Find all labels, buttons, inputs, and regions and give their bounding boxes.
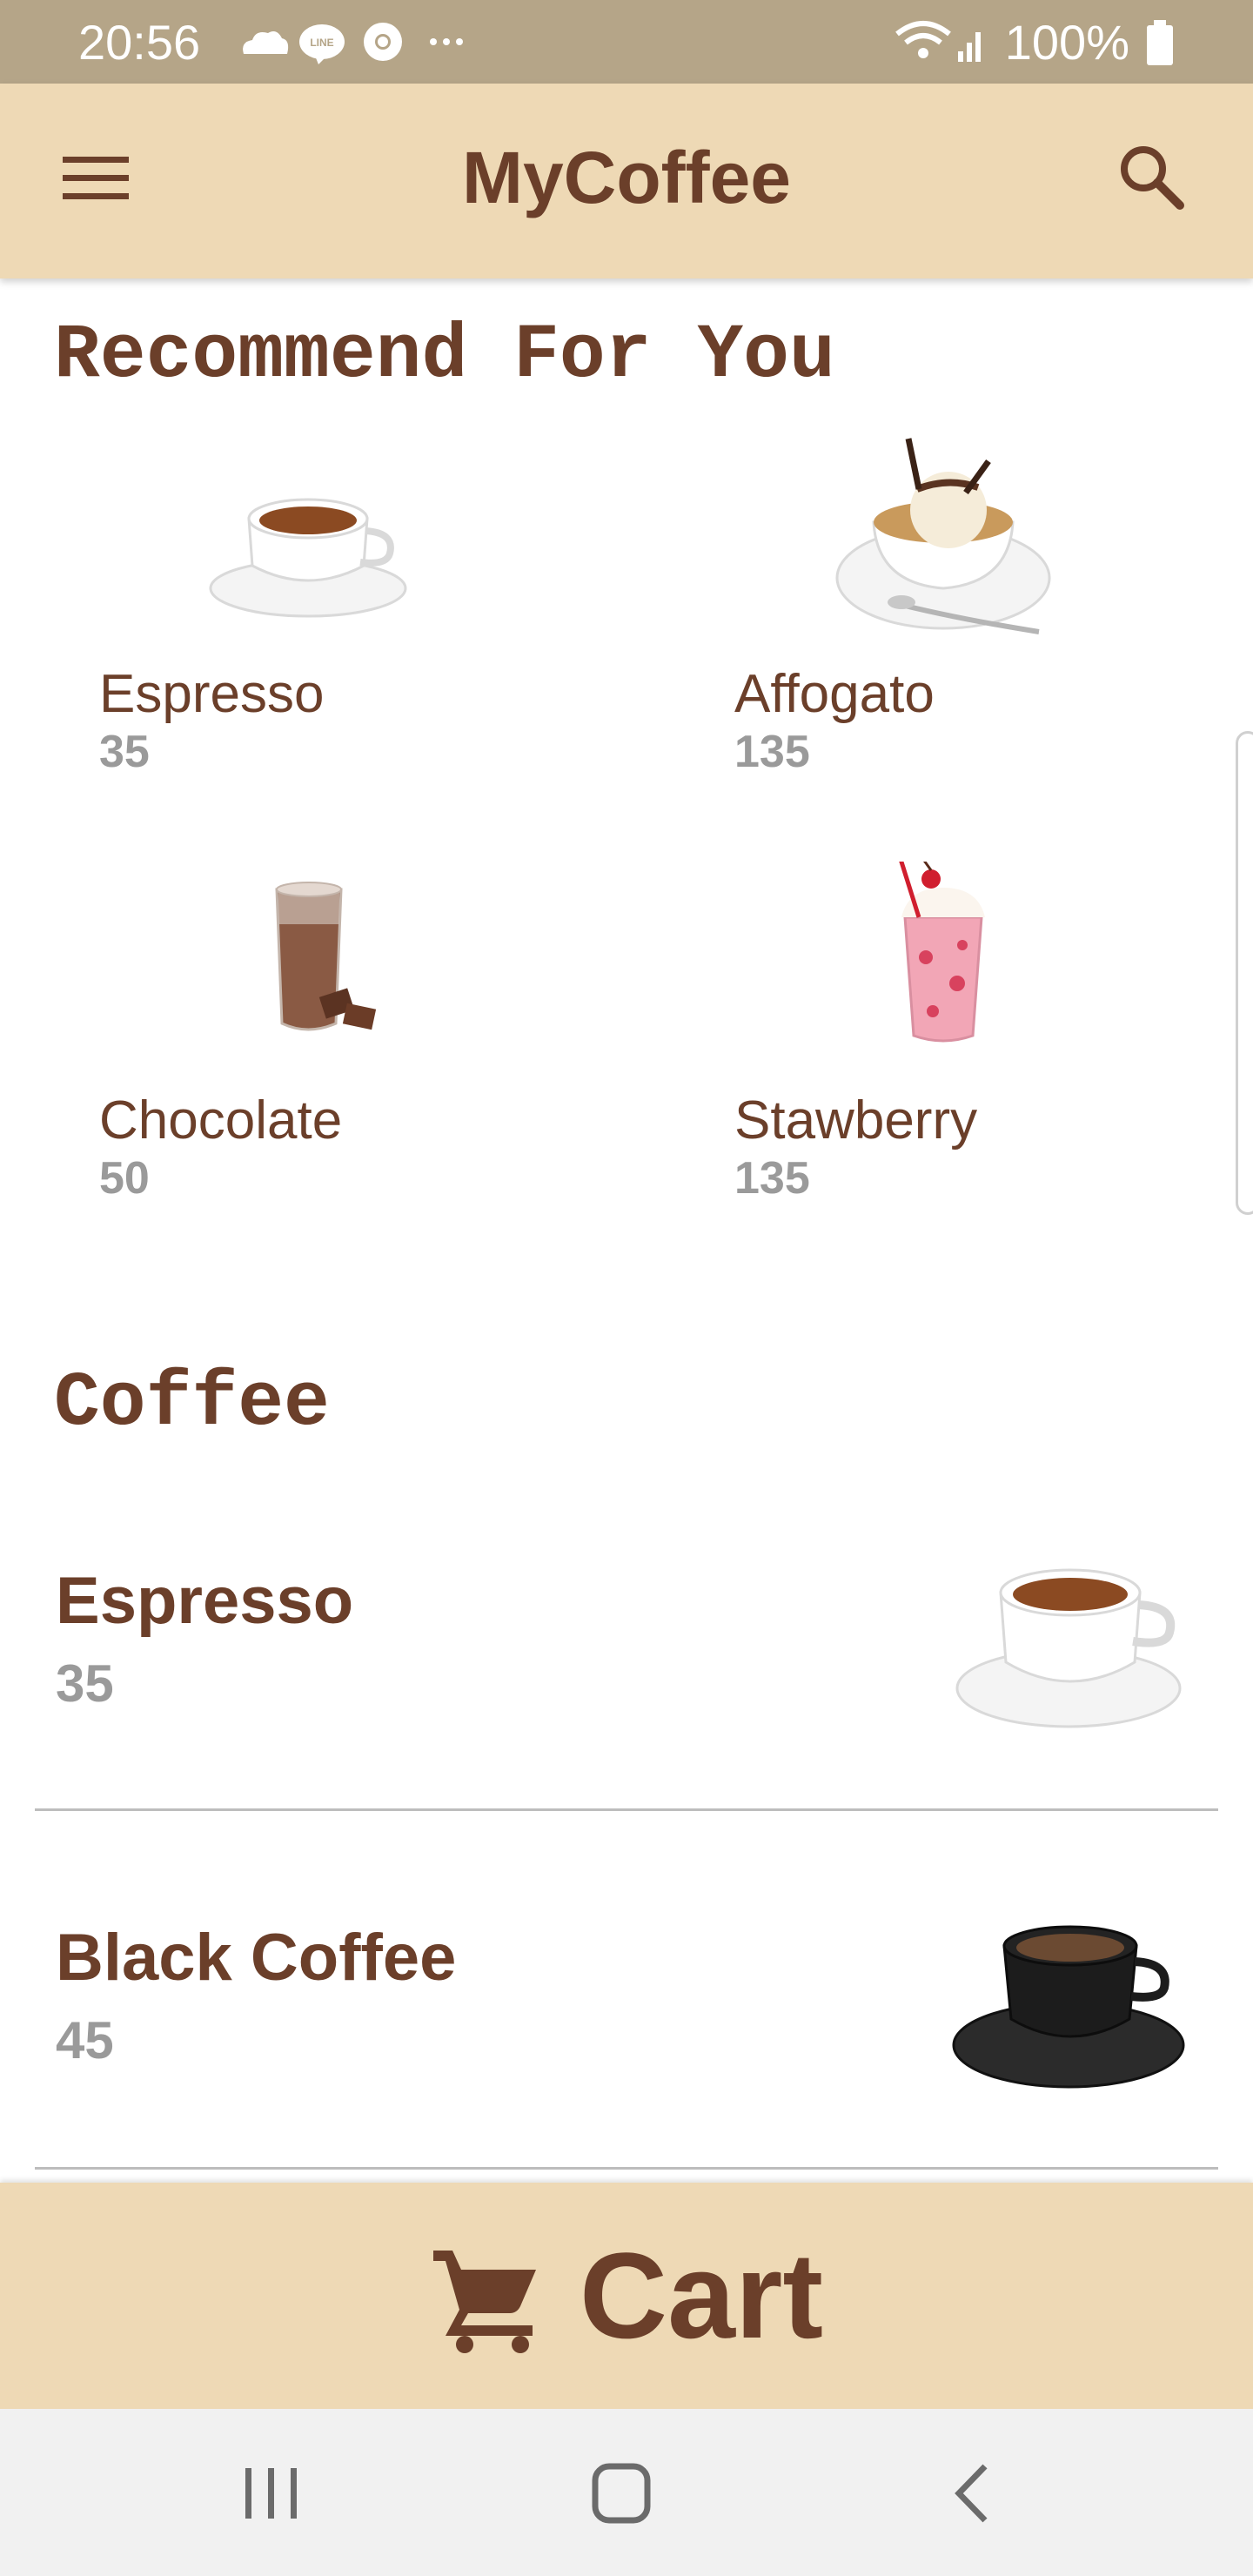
app-bar: MyCoffee xyxy=(0,84,1253,278)
list-item-black-coffee[interactable]: Black Coffee 45 xyxy=(35,1836,1218,2193)
cart-button[interactable]: Cart xyxy=(0,2183,1253,2409)
affogato-image xyxy=(835,438,1051,634)
espresso-image xyxy=(955,1568,1182,1728)
cart-label: Cart xyxy=(579,2227,824,2364)
list-item-price: 35 xyxy=(56,1654,114,1713)
scrollbar-handle[interactable] xyxy=(1236,731,1253,1215)
signal-icon xyxy=(957,31,981,62)
svg-text:LINE: LINE xyxy=(310,37,333,49)
status-left-icons: LINE xyxy=(235,19,487,69)
status-time: 20:56 xyxy=(78,15,201,70)
recommend-item-price: 50 xyxy=(99,1153,150,1204)
chocolate-image xyxy=(275,882,377,1031)
battery-percent: 100% xyxy=(1004,15,1129,70)
system-nav-bar xyxy=(0,2409,1253,2576)
cloud-icon xyxy=(243,31,289,54)
list-item-price: 45 xyxy=(56,2011,114,2070)
back-icon[interactable] xyxy=(929,2454,1016,2532)
recommend-card-espresso[interactable]: Espresso 35 xyxy=(99,435,552,783)
more-icon xyxy=(430,38,463,45)
recommend-item-price: 35 xyxy=(99,727,150,777)
search-icon[interactable] xyxy=(1116,141,1185,211)
battery-icon xyxy=(1147,19,1173,65)
recommend-item-name: Affogato xyxy=(734,664,935,724)
espresso-image xyxy=(209,498,407,618)
recommend-item-price: 135 xyxy=(734,1153,810,1204)
coffee-heading: Coffee xyxy=(54,1361,330,1447)
app-title: MyCoffee xyxy=(461,137,792,218)
recommend-item-name: Chocolate xyxy=(99,1090,343,1150)
recommend-card-strawberry[interactable]: Stawberry 135 xyxy=(734,862,1187,1210)
chrome-icon xyxy=(364,23,402,61)
black-coffee-image xyxy=(952,1925,1185,2089)
recents-icon[interactable] xyxy=(228,2454,315,2532)
recommend-item-name: Stawberry xyxy=(734,1090,978,1150)
wifi-icon xyxy=(895,20,951,58)
cart-icon xyxy=(432,2251,536,2353)
list-item-name: Espresso xyxy=(56,1564,354,1638)
home-icon[interactable] xyxy=(578,2454,665,2532)
recommend-heading: Recommend For You xyxy=(54,313,835,399)
recommend-card-affogato[interactable]: Affogato 135 xyxy=(734,435,1187,783)
divider xyxy=(35,1808,1218,1811)
strawberry-milkshake-image xyxy=(899,862,985,1043)
list-item-espresso[interactable]: Espresso 35 xyxy=(35,1479,1218,1836)
divider xyxy=(35,2167,1218,2170)
recommend-card-chocolate[interactable]: Chocolate 50 xyxy=(99,862,552,1210)
list-item-name: Black Coffee xyxy=(56,1921,457,1995)
recommend-item-name: Espresso xyxy=(99,664,325,724)
status-bar: 20:56 LINE 100% xyxy=(0,0,1253,84)
status-right-icons: 100% xyxy=(894,14,1175,70)
line-icon: LINE xyxy=(299,24,345,64)
recommend-item-price: 135 xyxy=(734,727,810,777)
